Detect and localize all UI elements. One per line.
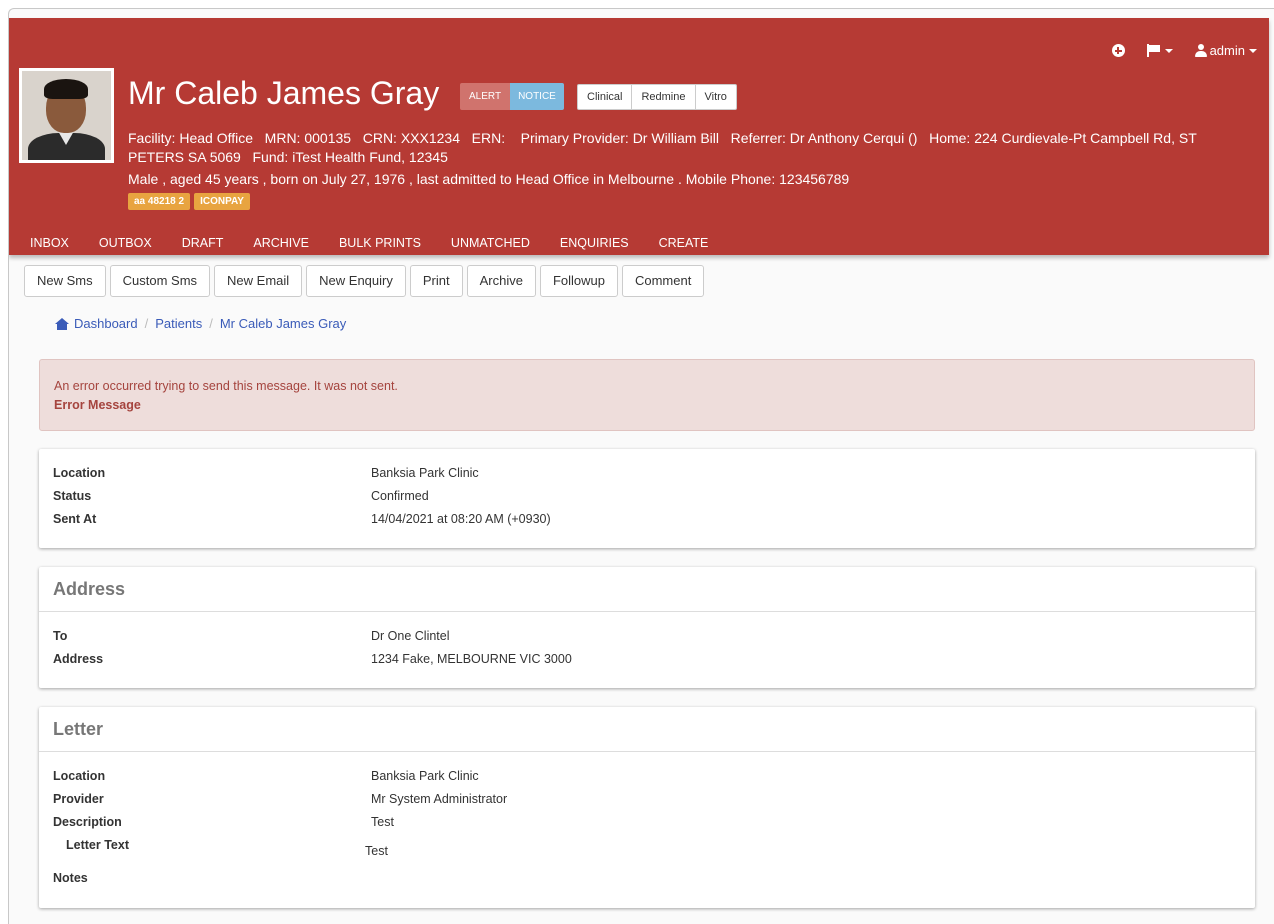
- breadcrumb: Dashboard / Patients / Mr Caleb James Gr…: [55, 316, 346, 331]
- sent-at-label: Sent At: [53, 512, 97, 526]
- error-alert: An error occurred trying to send this me…: [39, 359, 1255, 431]
- alert-badge[interactable]: ALERT: [460, 83, 511, 110]
- patient-name: Mr Caleb James Gray: [128, 75, 440, 111]
- nav-draft[interactable]: DRAFT: [182, 236, 224, 250]
- nav-bulk-prints[interactable]: BULK PRINTS: [339, 236, 421, 250]
- new-email-button[interactable]: New Email: [214, 265, 303, 297]
- nav-unmatched[interactable]: UNMATCHED: [451, 236, 530, 250]
- patient-tags: aa 48218 2 ICONPAY: [128, 193, 250, 210]
- top-bar: admin: [1090, 43, 1257, 58]
- letter-location-value: Banksia Park Clinic: [371, 769, 479, 783]
- patient-header: admin Mr Caleb James Gray ALERT NOTICE C…: [9, 18, 1269, 255]
- custom-sms-button[interactable]: Custom Sms: [109, 265, 211, 297]
- app-frame: admin Mr Caleb James Gray ALERT NOTICE C…: [8, 8, 1274, 924]
- followup-button[interactable]: Followup: [539, 265, 618, 297]
- action-toolbar: New Sms Custom Sms New Email New Enquiry…: [24, 265, 705, 297]
- nav-archive[interactable]: ARCHIVE: [253, 236, 309, 250]
- plus-circle-icon: [1111, 44, 1125, 57]
- description-value: Test: [371, 815, 394, 829]
- breadcrumb-dashboard[interactable]: Dashboard: [74, 316, 138, 331]
- address-label: Address: [53, 652, 104, 666]
- nav-outbox[interactable]: OUTBOX: [99, 236, 152, 250]
- error-title: Error Message: [54, 398, 141, 412]
- patient-avatar: [19, 68, 114, 163]
- breadcrumb-patients[interactable]: Patients: [155, 316, 202, 331]
- status-label: Status: [53, 489, 92, 503]
- caret-down-icon: [1164, 48, 1173, 53]
- add-menu[interactable]: [1111, 44, 1125, 57]
- nav-create[interactable]: CREATE: [659, 236, 709, 250]
- patient-info-line-3: Male , aged 45 years , born on July 27, …: [128, 171, 850, 187]
- description-label: Description: [53, 815, 122, 829]
- home-icon: [55, 317, 69, 330]
- location-label: Location: [53, 466, 106, 480]
- summary-card: Location Banksia Park Clinic Status Confir…: [39, 449, 1255, 548]
- user-icon: [1194, 44, 1207, 57]
- letter-text-value: Test: [365, 844, 388, 858]
- main-nav: INBOX OUTBOX DRAFT ARCHIVE BULK PRINTS U…: [30, 236, 738, 250]
- nav-enquiries[interactable]: ENQUIRIES: [560, 236, 629, 250]
- letter-title: Letter: [39, 707, 1255, 752]
- user-menu[interactable]: admin: [1194, 43, 1257, 58]
- address-title: Address: [39, 567, 1255, 612]
- letter-text-label: Letter Text: [66, 838, 129, 852]
- flag-menu[interactable]: [1146, 44, 1173, 57]
- letter-location-label: Location: [53, 769, 106, 783]
- new-sms-button[interactable]: New Sms: [24, 265, 106, 297]
- breadcrumb-current[interactable]: Mr Caleb James Gray: [220, 316, 346, 331]
- provider-label: Provider: [53, 792, 104, 806]
- status-value: Confirmed: [371, 489, 429, 503]
- new-enquiry-button[interactable]: New Enquiry: [306, 265, 406, 297]
- address-value: 1234 Fake, MELBOURNE VIC 3000: [371, 652, 572, 666]
- nav-inbox[interactable]: INBOX: [30, 236, 69, 250]
- external-links: Clinical Redmine Vitro: [577, 84, 737, 110]
- to-label: To: [53, 629, 68, 643]
- alert-notice-group: ALERT NOTICE: [460, 83, 564, 110]
- notes-label: Notes: [53, 871, 88, 885]
- address-card: Address To Dr One Clintel Address 1234 Fak…: [39, 567, 1255, 688]
- flag-icon: [1146, 44, 1161, 57]
- to-value: Dr One Clintel: [371, 629, 450, 643]
- tag-badge: aa 48218 2: [128, 193, 191, 210]
- comment-button[interactable]: Comment: [621, 265, 705, 297]
- patient-info-line-1: Facility: Head Office MRN: 000135 CRN: X…: [128, 130, 1197, 146]
- error-text: An error occurred trying to send this me…: [54, 379, 398, 393]
- caret-down-icon: [1249, 48, 1257, 53]
- user-name: admin: [1209, 43, 1245, 58]
- notice-badge[interactable]: NOTICE: [510, 83, 564, 110]
- letter-card: Letter Location Banksia Park Clinic Provi…: [39, 707, 1255, 908]
- sent-at-value: 14/04/2021 at 08:20 AM (+0930): [371, 512, 551, 526]
- provider-value: Mr System Administrator: [371, 792, 508, 806]
- location-value: Banksia Park Clinic: [371, 466, 479, 480]
- vitro-button[interactable]: Vitro: [695, 84, 737, 110]
- tag-badge: ICONPAY: [194, 193, 250, 210]
- redmine-button[interactable]: Redmine: [632, 84, 696, 110]
- patient-info-line-2: PETERS SA 5069 Fund: iTest Health Fund, …: [128, 149, 448, 165]
- print-button[interactable]: Print: [409, 265, 463, 297]
- archive-button[interactable]: Archive: [466, 265, 536, 297]
- clinical-button[interactable]: Clinical: [577, 84, 633, 110]
